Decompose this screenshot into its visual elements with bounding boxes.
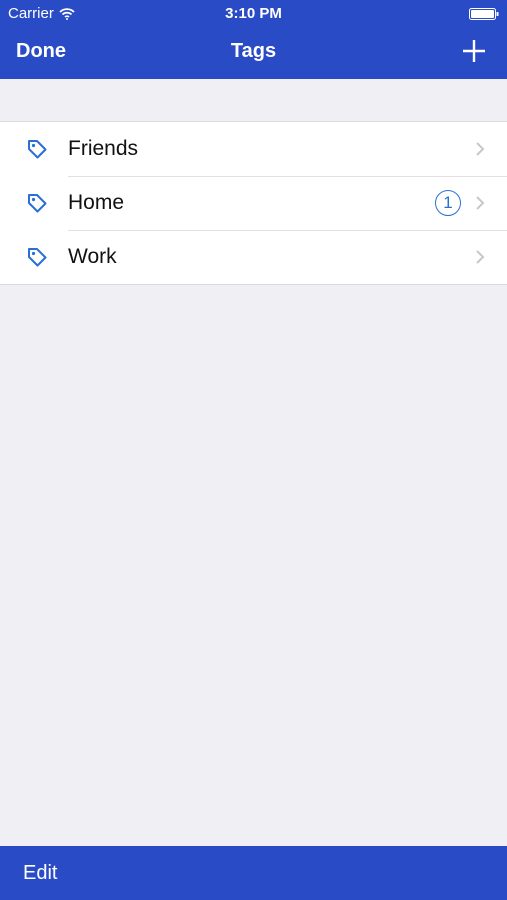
bottom-toolbar: Edit	[0, 846, 507, 900]
status-bar: Carrier 3:10 PM	[0, 0, 507, 28]
tag-row-home[interactable]: Home 1	[0, 176, 507, 230]
chevron-right-icon	[476, 196, 485, 210]
plus-icon[interactable]	[461, 38, 487, 64]
tag-icon	[28, 248, 47, 267]
tag-label: Home	[68, 191, 125, 214]
tags-screen: Carrier 3:10 PM Done Tags Friends Home 1…	[0, 0, 507, 900]
battery-icon	[469, 8, 499, 20]
page-title: Tags	[230, 40, 277, 62]
tag-row-friends[interactable]: Friends	[0, 122, 507, 176]
tag-label: Work	[68, 245, 117, 268]
done-button[interactable]: Done	[16, 40, 66, 63]
chevron-right-icon	[476, 250, 485, 264]
tag-icon	[28, 140, 47, 159]
status-time: 3:10 PM	[225, 5, 282, 22]
chevron-right-icon	[476, 142, 485, 156]
edit-button[interactable]: Edit	[23, 862, 57, 885]
count-badge: 1	[435, 190, 461, 216]
tag-icon	[28, 194, 47, 213]
top-bar: Carrier 3:10 PM Done Tags	[0, 0, 507, 79]
tag-list: Friends Home 1 Work	[0, 121, 507, 285]
tag-label: Friends	[68, 137, 139, 160]
tag-row-work[interactable]: Work	[0, 230, 507, 284]
navigation-bar: Done Tags	[0, 28, 507, 79]
